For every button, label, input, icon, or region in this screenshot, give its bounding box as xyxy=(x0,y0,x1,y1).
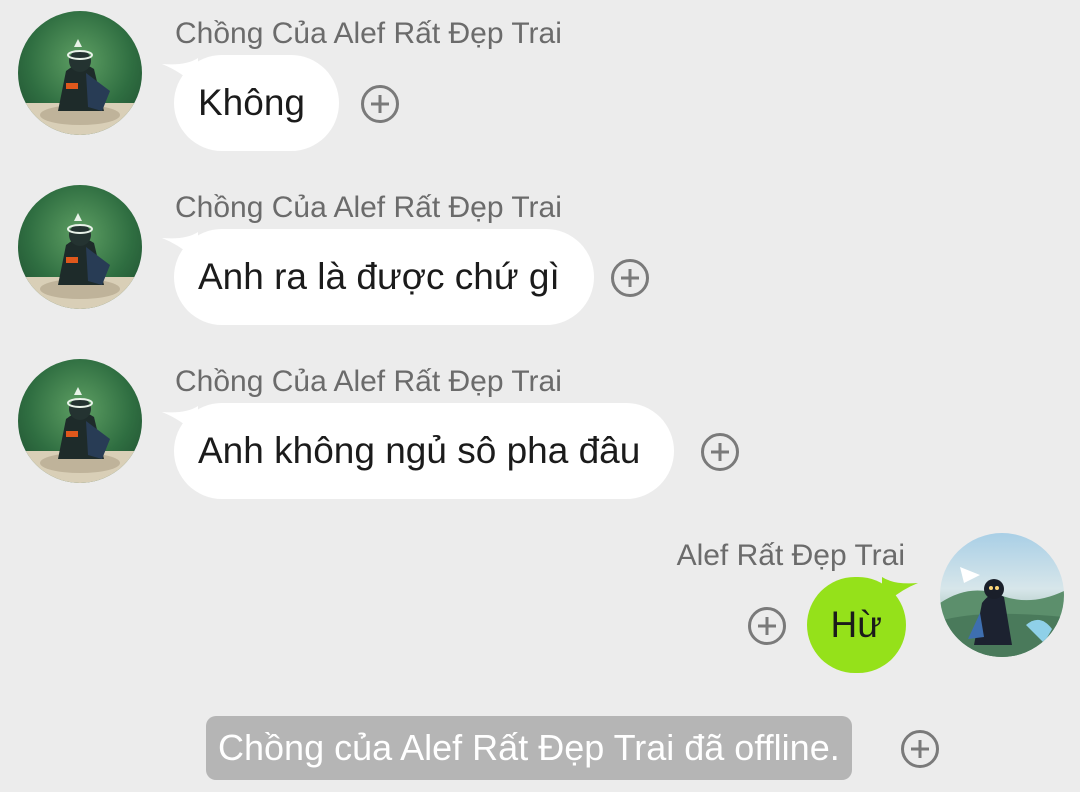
message-bubble[interactable]: Anh không ngủ sô pha đâu xyxy=(174,403,675,499)
sender-name: Chồng Của Alef Rất Đẹp Trai xyxy=(175,191,562,224)
message-bubble[interactable]: Hừ xyxy=(806,577,906,673)
message-bubble[interactable]: Không xyxy=(174,55,339,151)
sender-name: Alef Rất Đẹp Trai xyxy=(676,539,905,572)
offline-notice: Chồng của Alef Rất Đẹp Trai đã offline. xyxy=(206,716,852,780)
plus-circle-icon[interactable] xyxy=(611,259,649,297)
sender-name: Chồng Của Alef Rất Đẹp Trai xyxy=(175,365,562,398)
plus-circle-icon[interactable] xyxy=(701,433,739,471)
message-bubble[interactable]: Anh ra là được chứ gì xyxy=(174,229,594,325)
plus-circle-icon[interactable] xyxy=(901,730,939,768)
user-avatar[interactable] xyxy=(940,533,1064,657)
contact-avatar[interactable] xyxy=(18,11,142,135)
plus-circle-icon[interactable] xyxy=(361,85,399,123)
contact-avatar[interactable] xyxy=(18,185,142,309)
contact-avatar[interactable] xyxy=(18,359,142,483)
sender-name: Chồng Của Alef Rất Đẹp Trai xyxy=(175,17,562,50)
plus-circle-icon[interactable] xyxy=(748,607,786,645)
